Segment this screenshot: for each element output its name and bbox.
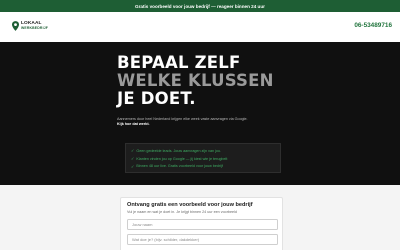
- check-icon: ✓: [131, 163, 135, 169]
- hero-subtext-link: Kijk hoe dat werkt.: [117, 122, 150, 126]
- benefit-item: ✓ Binnen 48 uur live. Gratis voorbeeld v…: [131, 163, 275, 171]
- headline-line-3: JE DOET.: [117, 89, 196, 108]
- trade-input[interactable]: [127, 233, 278, 245]
- headline-line-2: WELKE KLUSSEN: [117, 71, 274, 90]
- check-icon: ✓: [131, 156, 135, 162]
- check-icon: ✓: [131, 148, 135, 154]
- benefit-text: Geen gedeelde leads. Jouw aanvragen zijn…: [136, 148, 222, 153]
- headline-line-1: BEPAAL ZELF: [117, 53, 241, 72]
- map-pin-icon: [12, 21, 19, 31]
- phone-link[interactable]: 06-53489716: [354, 22, 392, 29]
- announcement-text: Gratis voorbeeld voor jouw bedrijf — rea…: [135, 3, 265, 9]
- benefit-item: ✓ Geen gedeelde leads. Jouw aanvragen zi…: [131, 147, 275, 155]
- site-header: LOKAAL WERKBEDRIJF 06-53489716: [0, 12, 400, 42]
- benefit-item: ✓ Klanten vinden jou op Google — jij kie…: [131, 155, 275, 163]
- benefit-text: Binnen 48 uur live. Gratis voorbeeld voo…: [136, 164, 223, 169]
- name-input[interactable]: [127, 218, 278, 230]
- lead-form: Ontvang gratis een voorbeeld voor jouw b…: [120, 197, 283, 250]
- logo-tagline: WERKBEDRIJF: [21, 25, 49, 30]
- form-subtitle: Vul je naam en wat je doet in. Je krijgt…: [127, 209, 237, 214]
- announcement-bar: Gratis voorbeeld voor jouw bedrijf — rea…: [0, 0, 400, 12]
- benefits-box: ✓ Geen gedeelde leads. Jouw aanvragen zi…: [125, 143, 281, 173]
- benefit-text: Klanten vinden jou op Google — jij kiest…: [136, 156, 228, 161]
- logo[interactable]: LOKAAL WERKBEDRIJF: [12, 21, 48, 31]
- form-title: Ontvang gratis een voorbeeld voor jouw b…: [127, 202, 253, 208]
